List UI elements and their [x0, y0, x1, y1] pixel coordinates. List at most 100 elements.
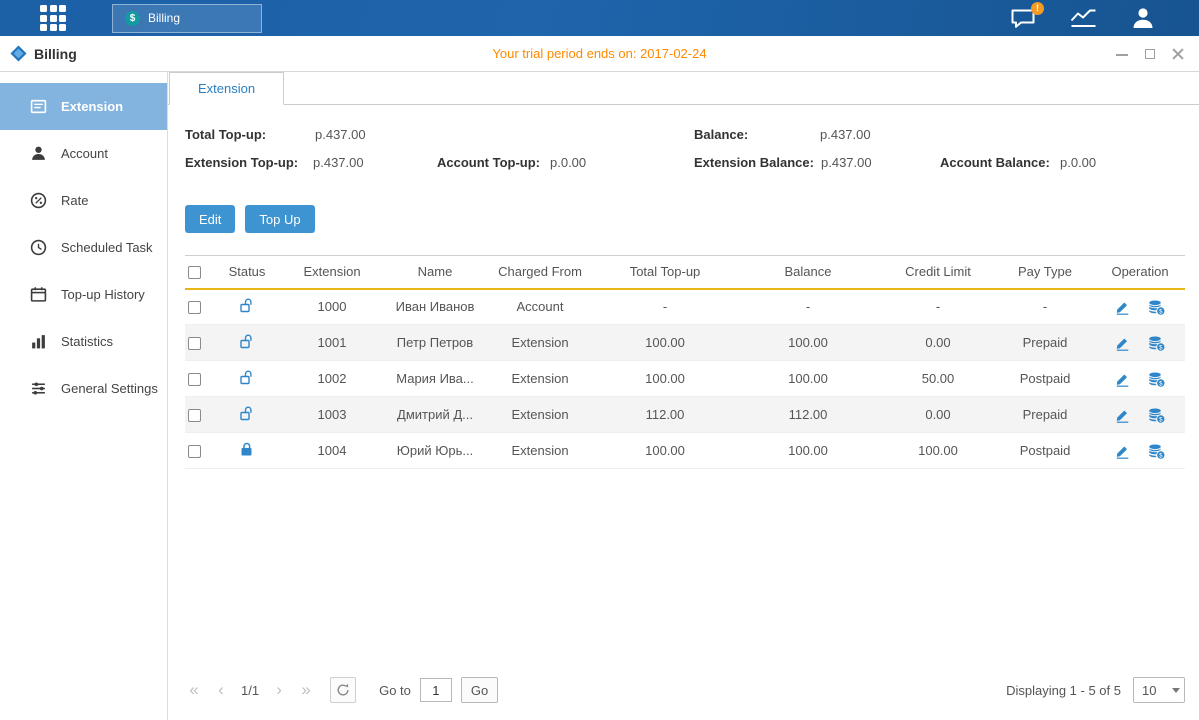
rate-icon	[30, 192, 47, 209]
topup-icon[interactable]: $	[1148, 444, 1165, 459]
table-row[interactable]: 1002 Мария Ива... Extension 100.00 100.0…	[185, 361, 1185, 397]
sidebar-item-rate[interactable]: Rate	[0, 177, 167, 224]
row-checkbox[interactable]	[188, 301, 201, 314]
cell-pay-type: Postpaid	[995, 433, 1095, 469]
topup-icon[interactable]: $	[1148, 300, 1165, 315]
trial-notice: Your trial period ends on: 2017-02-24	[0, 46, 1199, 61]
topup-icon[interactable]: $	[1148, 372, 1165, 387]
field-label: Extension Balance:	[694, 155, 821, 170]
cell-balance: 100.00	[735, 433, 881, 469]
column-header-name: Name	[385, 256, 485, 289]
edit-button[interactable]: Edit	[185, 205, 235, 233]
pagination-controls: « ‹ 1/1 › » Go to Go	[185, 677, 498, 703]
go-button[interactable]: Go	[461, 677, 498, 703]
cell-extension: 1002	[279, 361, 385, 397]
cell-credit-limit: 0.00	[881, 325, 995, 361]
pagination-info: Displaying 1 - 5 of 5 10	[1006, 677, 1185, 703]
maximize-icon[interactable]	[1143, 47, 1157, 61]
activity-chart-icon[interactable]	[1070, 8, 1097, 28]
cell-name: Мария Ива...	[385, 361, 485, 397]
sidebar-item-statistics[interactable]: Statistics	[0, 318, 167, 365]
unlocked-icon	[240, 298, 254, 313]
cell-name: Юрий Юрь...	[385, 433, 485, 469]
table-row[interactable]: 1000 Иван Иванов Account - - - - $	[185, 289, 1185, 325]
sidebar-item-general-settings[interactable]: General Settings	[0, 365, 167, 412]
topup-icon[interactable]: $	[1148, 408, 1165, 423]
topbar: $ Billing !	[0, 0, 1199, 36]
topbar-right: !	[1010, 7, 1155, 29]
tab-extension[interactable]: Extension	[169, 72, 284, 105]
column-header-status: Status	[215, 256, 279, 289]
cell-total-topup: -	[595, 289, 735, 325]
extension-table: Status Extension Name Charged From Total…	[168, 233, 1199, 469]
edit-icon[interactable]	[1115, 300, 1130, 315]
cell-total-topup: 100.00	[595, 325, 735, 361]
cell-pay-type: Postpaid	[995, 361, 1095, 397]
table-row[interactable]: 1004 Юрий Юрь... Extension 100.00 100.00…	[185, 433, 1185, 469]
calendar-icon	[30, 286, 47, 303]
account-icon	[30, 145, 47, 162]
settings-sliders-icon	[30, 380, 47, 397]
next-page-icon[interactable]: ›	[270, 680, 288, 700]
cell-charged-from: Extension	[485, 397, 595, 433]
topup-icon[interactable]: $	[1148, 336, 1165, 351]
column-header-total-topup: Total Top-up	[595, 256, 735, 289]
page-size-select[interactable]: 10	[1133, 677, 1185, 703]
row-checkbox[interactable]	[188, 445, 201, 458]
edit-icon[interactable]	[1115, 372, 1130, 387]
sidebar-item-extension[interactable]: Extension	[0, 83, 167, 130]
window-titlebar: Billing Your trial period ends on: 2017-…	[0, 36, 1199, 72]
page-indicator: 1/1	[241, 683, 259, 698]
cell-total-topup: 100.00	[595, 433, 735, 469]
notification-badge: !	[1031, 2, 1044, 15]
billing-logo-icon	[10, 45, 27, 62]
goto-page-input[interactable]	[420, 678, 452, 702]
field-value: p.437.00	[821, 155, 872, 170]
cell-balance: -	[735, 289, 881, 325]
prev-page-icon[interactable]: ‹	[212, 680, 230, 700]
table-row[interactable]: 1001 Петр Петров Extension 100.00 100.00…	[185, 325, 1185, 361]
top-up-button[interactable]: Top Up	[245, 205, 314, 233]
row-checkbox[interactable]	[188, 409, 201, 422]
table-row[interactable]: 1003 Дмитрий Д... Extension 112.00 112.0…	[185, 397, 1185, 433]
refresh-button[interactable]	[330, 677, 356, 703]
column-header-operation: Operation	[1095, 256, 1185, 289]
row-checkbox[interactable]	[188, 373, 201, 386]
user-account-icon[interactable]	[1131, 7, 1155, 29]
select-all-checkbox[interactable]	[188, 266, 201, 279]
edit-icon[interactable]	[1115, 408, 1130, 423]
field-value: p.437.00	[820, 127, 871, 142]
cell-charged-from: Extension	[485, 433, 595, 469]
cell-credit-limit: -	[881, 289, 995, 325]
cell-extension: 1004	[279, 433, 385, 469]
dollar-icon: $	[125, 11, 140, 26]
close-icon[interactable]	[1171, 47, 1185, 61]
sidebar-item-topup-history[interactable]: Top-up History	[0, 271, 167, 318]
pagination-bar: « ‹ 1/1 › » Go to Go Displaying 1 - 5 of…	[168, 668, 1199, 712]
cell-total-topup: 112.00	[595, 397, 735, 433]
edit-icon[interactable]	[1115, 444, 1130, 459]
last-page-icon[interactable]: »	[297, 680, 315, 700]
unlocked-icon	[240, 370, 254, 385]
first-page-icon[interactable]: «	[185, 680, 203, 700]
field-label: Account Top-up:	[437, 155, 550, 170]
cell-pay-type: Prepaid	[995, 397, 1095, 433]
cell-total-topup: 100.00	[595, 361, 735, 397]
notifications-icon[interactable]: !	[1010, 8, 1036, 29]
column-header-charged-from: Charged From	[485, 256, 595, 289]
sidebar-item-label: Account	[61, 146, 108, 161]
cell-extension: 1001	[279, 325, 385, 361]
edit-icon[interactable]	[1115, 336, 1130, 351]
sidebar-item-account[interactable]: Account	[0, 130, 167, 177]
row-checkbox[interactable]	[188, 337, 201, 350]
extension-topup-field: Extension Top-up: p.437.00	[185, 155, 437, 170]
sidebar-item-label: Statistics	[61, 334, 113, 349]
unlocked-icon	[240, 406, 254, 421]
cell-credit-limit: 0.00	[881, 397, 995, 433]
minimize-icon[interactable]	[1115, 47, 1129, 61]
sidebar-item-scheduled-task[interactable]: Scheduled Task	[0, 224, 167, 271]
sidebar-item-label: Rate	[61, 193, 88, 208]
column-header-extension: Extension	[279, 256, 385, 289]
billing-app-tab[interactable]: $ Billing	[112, 4, 262, 33]
app-grid-icon[interactable]	[40, 5, 66, 31]
